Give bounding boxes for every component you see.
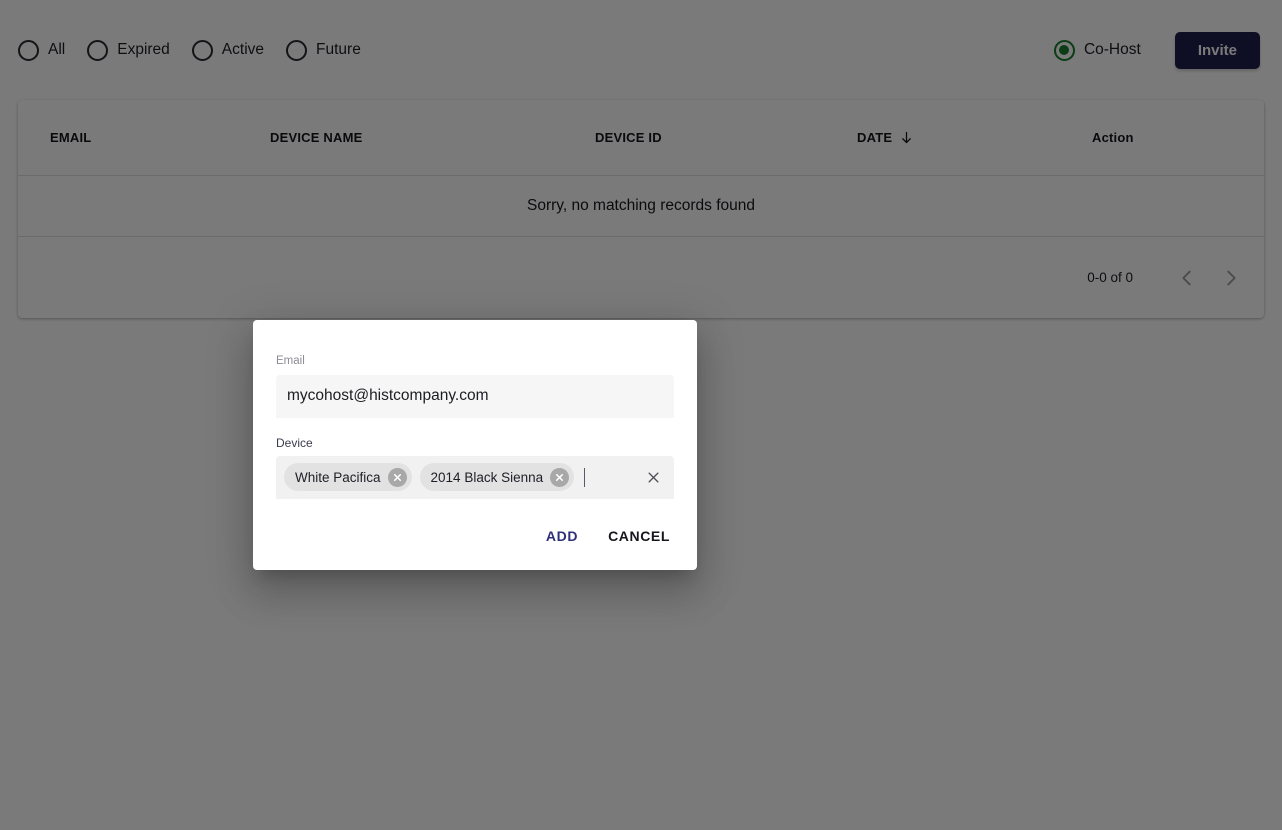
email-field-group: Email [276, 320, 674, 418]
device-chip-label: White Pacifica [295, 469, 381, 485]
device-chip[interactable]: 2014 Black Sienna [419, 463, 575, 491]
chip-remove-icon[interactable] [387, 467, 407, 487]
chip-remove-icon[interactable] [550, 467, 570, 487]
cancel-button[interactable]: CANCEL [597, 520, 681, 552]
dialog-action-buttons: ADD CANCEL [535, 520, 681, 552]
add-button[interactable]: ADD [535, 520, 589, 552]
device-chips-input[interactable]: White Pacifica 2014 Black Sienna [276, 455, 674, 499]
email-field-label: Email [276, 355, 305, 367]
device-chip[interactable]: White Pacifica [284, 463, 412, 491]
clear-all-devices-icon[interactable] [642, 466, 664, 488]
device-field-group: Device White Pacifica 2014 Black Sienna [276, 418, 674, 499]
add-cohost-dialog: Email Device White Pacifica 2014 Black S… [253, 320, 697, 570]
device-field-label: Device [276, 435, 313, 450]
email-input[interactable] [276, 374, 674, 418]
text-cursor [584, 467, 586, 487]
device-chip-label: 2014 Black Sienna [430, 469, 544, 485]
